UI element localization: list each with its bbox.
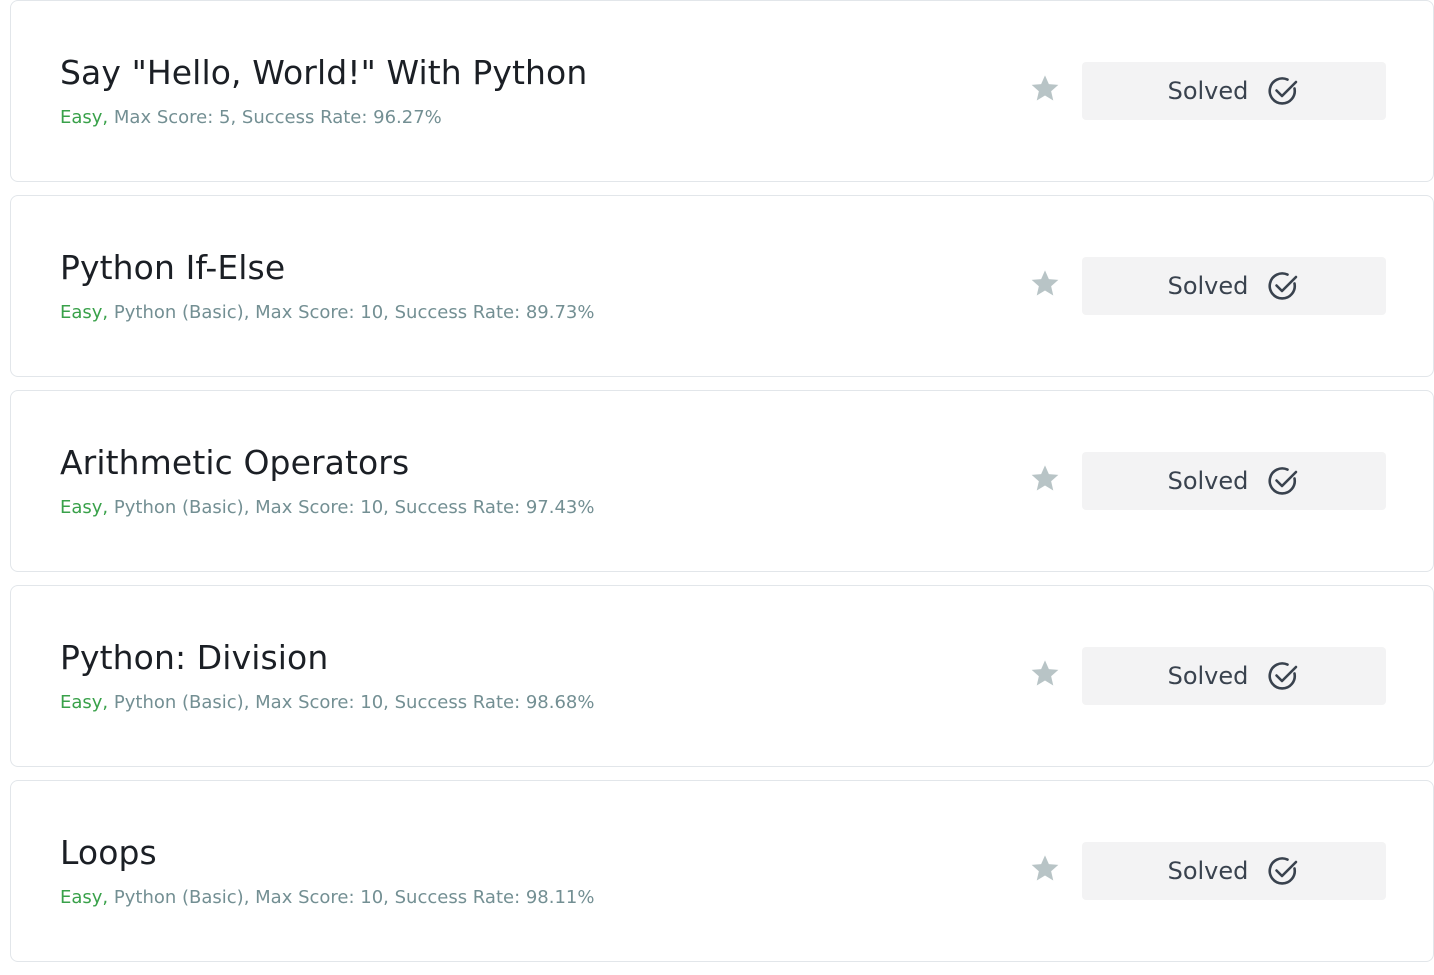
challenge-meta: Easy, Python (Basic), Max Score: 10, Suc… <box>60 497 595 518</box>
solved-button[interactable]: Solved <box>1082 257 1386 315</box>
star-icon[interactable] <box>1029 462 1061 494</box>
solved-label: Solved <box>1167 467 1249 495</box>
challenge-card[interactable]: Say "Hello, World!" With Python Easy, Ma… <box>10 0 1434 182</box>
difficulty-label: Easy, <box>60 497 109 518</box>
star-icon[interactable] <box>1029 72 1061 104</box>
challenge-title[interactable]: Loops <box>60 833 157 872</box>
challenge-title[interactable]: Arithmetic Operators <box>60 443 409 482</box>
check-circle-icon <box>1268 272 1298 300</box>
challenge-card[interactable]: Arithmetic Operators Easy, Python (Basic… <box>10 390 1434 572</box>
challenge-card[interactable]: Python: Division Easy, Python (Basic), M… <box>10 585 1434 767</box>
star-icon[interactable] <box>1029 657 1061 689</box>
difficulty-label: Easy, <box>60 302 109 323</box>
challenge-meta: Easy, Max Score: 5, Success Rate: 96.27% <box>60 107 442 128</box>
challenge-meta: Easy, Python (Basic), Max Score: 10, Suc… <box>60 692 595 713</box>
star-icon[interactable] <box>1029 852 1061 884</box>
solved-button[interactable]: Solved <box>1082 62 1386 120</box>
check-circle-icon <box>1268 77 1298 105</box>
check-circle-icon <box>1268 857 1298 885</box>
challenge-details: Python (Basic), Max Score: 10, Success R… <box>108 497 595 518</box>
solved-label: Solved <box>1167 857 1249 885</box>
challenge-details: Python (Basic), Max Score: 10, Success R… <box>108 302 595 323</box>
challenge-meta: Easy, Python (Basic), Max Score: 10, Suc… <box>60 302 595 323</box>
challenge-meta: Easy, Python (Basic), Max Score: 10, Suc… <box>60 887 595 908</box>
challenge-title[interactable]: Python: Division <box>60 638 328 677</box>
solved-label: Solved <box>1167 77 1249 105</box>
solved-button[interactable]: Solved <box>1082 452 1386 510</box>
check-circle-icon <box>1268 467 1298 495</box>
star-icon[interactable] <box>1029 267 1061 299</box>
difficulty-label: Easy, <box>60 887 109 908</box>
challenge-title[interactable]: Python If-Else <box>60 248 285 287</box>
solved-button[interactable]: Solved <box>1082 647 1386 705</box>
difficulty-label: Easy, <box>60 107 109 128</box>
solved-label: Solved <box>1167 662 1249 690</box>
challenge-card[interactable]: Loops Easy, Python (Basic), Max Score: 1… <box>10 780 1434 962</box>
check-circle-icon <box>1268 662 1298 690</box>
challenge-details: Python (Basic), Max Score: 10, Success R… <box>108 692 595 713</box>
challenge-title[interactable]: Say "Hello, World!" With Python <box>60 53 587 92</box>
difficulty-label: Easy, <box>60 692 109 713</box>
challenge-details: Python (Basic), Max Score: 10, Success R… <box>108 887 595 908</box>
solved-label: Solved <box>1167 272 1249 300</box>
challenge-details: Max Score: 5, Success Rate: 96.27% <box>108 107 442 128</box>
solved-button[interactable]: Solved <box>1082 842 1386 900</box>
challenge-card[interactable]: Python If-Else Easy, Python (Basic), Max… <box>10 195 1434 377</box>
challenge-list: Say "Hello, World!" With Python Easy, Ma… <box>10 0 1434 975</box>
